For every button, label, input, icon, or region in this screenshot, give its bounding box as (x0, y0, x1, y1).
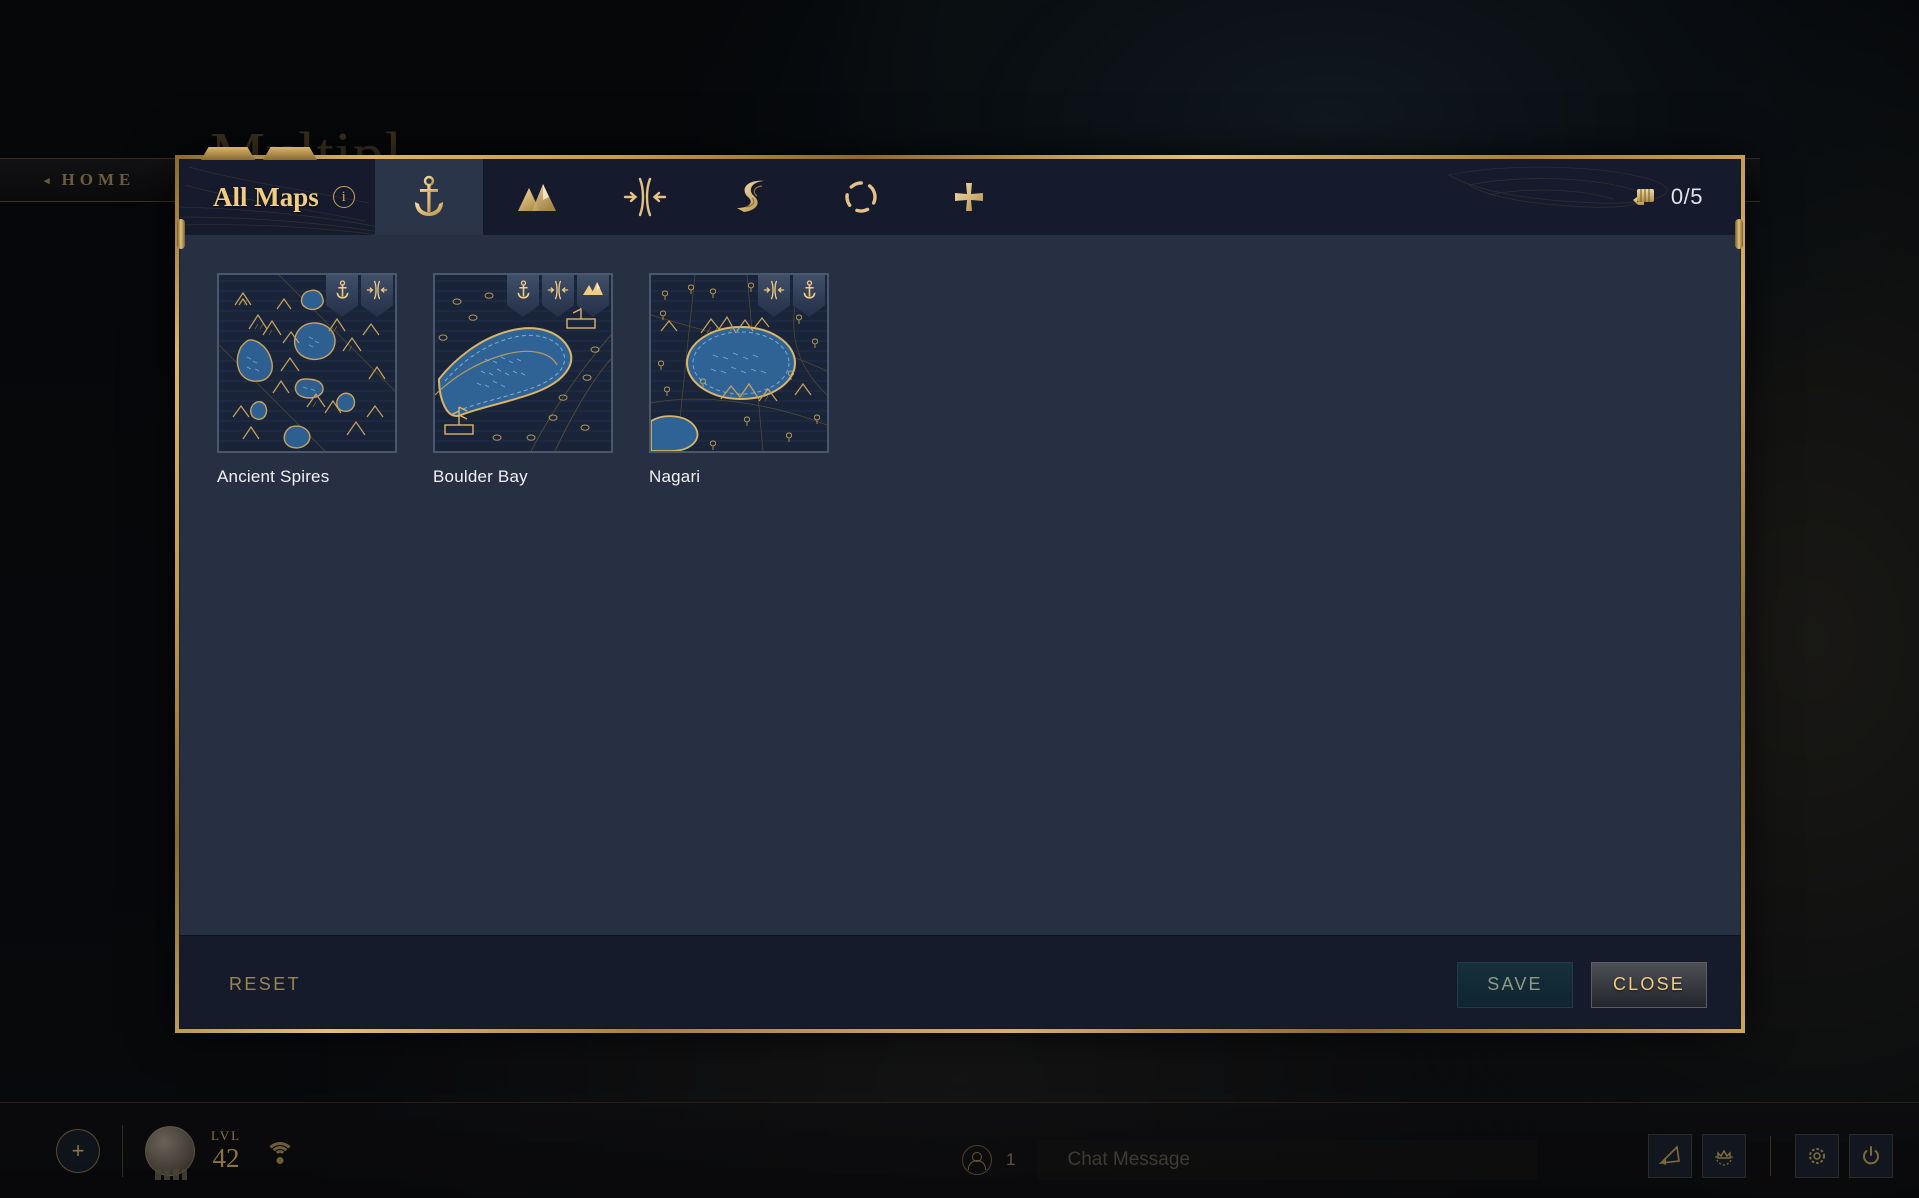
footer-actions: SAVE CLOSE (1457, 961, 1707, 1008)
map-name: Ancient Spires (217, 467, 330, 486)
map-badges (326, 275, 393, 317)
hud-divider (122, 1124, 123, 1177)
gear-icon[interactable] (1795, 1134, 1839, 1178)
anchor-icon (517, 280, 529, 299)
anchor-icon (415, 175, 443, 216)
all-maps-dialog: All Maps i 0/5 Ancient Spires Boulder Ba… (175, 147, 1745, 1033)
map-thumbnail[interactable] (217, 273, 397, 453)
plus-icon (955, 183, 983, 211)
current-swoosh-icon (737, 180, 765, 212)
mountains-icon (583, 282, 603, 295)
tab-narrows[interactable] (591, 159, 699, 235)
breadcrumb-home[interactable]: ◂ HOME (44, 170, 135, 190)
frame-rivet-left (177, 219, 185, 249)
fist-icon (1632, 189, 1654, 205)
chat-area: 1 Chat Message (962, 1140, 1538, 1180)
narrows-icon (547, 280, 569, 300)
map-counter-value: 0/5 (1670, 184, 1703, 209)
avatar[interactable] (145, 1125, 195, 1180)
page-title: All Maps (213, 181, 319, 212)
dialog-header: All Maps i 0/5 (179, 159, 1741, 235)
map-card[interactable]: Nagari (649, 273, 829, 487)
info-icon[interactable]: i (332, 186, 355, 208)
close-button[interactable]: CLOSE (1591, 961, 1707, 1008)
mountains-icon (518, 184, 556, 211)
back-caret-icon: ◂ (44, 174, 50, 187)
map-badges (758, 275, 825, 317)
friends-count: 1 (1006, 1150, 1016, 1169)
badge-mountains (577, 275, 609, 317)
map-grid: Ancient Spires Boulder Bay Nagari (217, 273, 1741, 487)
map-badges (507, 275, 609, 317)
anchor-icon (336, 280, 348, 299)
map-counter: 0/5 (1631, 159, 1741, 235)
level-value: 42 (212, 1143, 240, 1173)
map-name: Boulder Bay (433, 467, 528, 486)
map-thumbnail[interactable] (649, 273, 829, 453)
badge-anchor (507, 275, 539, 317)
tab-ring[interactable] (807, 159, 915, 235)
banner-icon[interactable] (1648, 1134, 1692, 1178)
badge-narrows (542, 275, 574, 317)
dashed-ring-icon (845, 181, 877, 213)
map-card[interactable]: Ancient Spires (217, 273, 397, 487)
reset-button[interactable]: RESET (213, 964, 317, 1005)
anchor-icon (803, 280, 815, 299)
save-button[interactable]: SAVE (1457, 961, 1573, 1008)
chat-input[interactable]: Chat Message (1037, 1140, 1538, 1180)
badge-narrows (361, 275, 393, 317)
tab-add[interactable] (915, 159, 1023, 235)
narrows-icon (366, 280, 388, 300)
tab-bar (375, 159, 1023, 235)
dialog-body: Ancient Spires Boulder Bay Nagari (179, 235, 1741, 935)
map-name: Nagari (649, 467, 701, 486)
signal-icon (263, 1136, 297, 1166)
tab-current[interactable] (699, 159, 807, 235)
frame-ornament-left (201, 147, 255, 160)
person-icon (962, 1145, 992, 1175)
narrows-icon (623, 177, 667, 217)
map-thumbnail[interactable] (433, 273, 613, 453)
dialog-title-zone: All Maps i (179, 159, 375, 235)
badge-anchor (326, 275, 358, 317)
badge-anchor (793, 275, 825, 317)
hud-separator (1770, 1136, 1771, 1176)
frame-rivet-right (1735, 219, 1743, 249)
tab-mountains[interactable] (483, 159, 591, 235)
narrows-icon (763, 280, 785, 300)
tab-anchor[interactable] (375, 159, 483, 235)
hud-add-button[interactable]: + (56, 1128, 100, 1173)
breadcrumb-home-label: HOME (61, 170, 136, 189)
hud-right-icons (1648, 1134, 1893, 1178)
badge-narrows (758, 275, 790, 317)
dialog-footer: RESET SAVE CLOSE (179, 935, 1741, 1033)
crown-icon[interactable] (1702, 1134, 1746, 1178)
bottom-hud: + LVL 42 1 Chat Message (0, 1102, 1919, 1198)
level-label: LVL (211, 1128, 242, 1143)
power-icon[interactable] (1849, 1134, 1893, 1178)
frame-ornament-right (263, 147, 317, 160)
level-display: LVL 42 (211, 1129, 241, 1172)
map-card[interactable]: Boulder Bay (433, 273, 613, 487)
